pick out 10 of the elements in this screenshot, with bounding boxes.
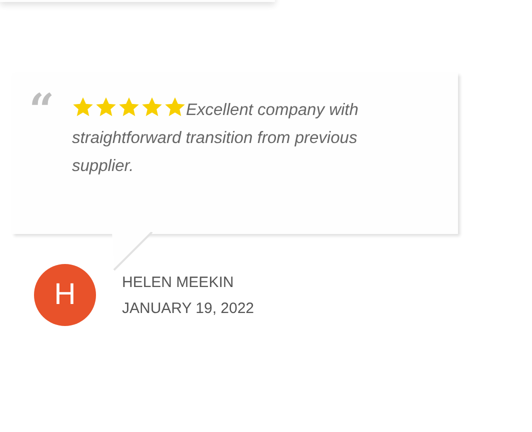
quote-mark: “ [29, 89, 54, 119]
review-date: JANUARY 19, 2022 [122, 298, 254, 318]
star-icon [95, 96, 117, 118]
star-icon [72, 96, 94, 118]
avatar: H [34, 264, 96, 326]
star-icon [141, 96, 163, 118]
author-name: HELEN MEEKIN [122, 272, 235, 292]
review-text: Excellent company with straightforward transition from previous supplier. [72, 96, 418, 180]
star-icon [118, 96, 140, 118]
star-icon [164, 96, 186, 118]
